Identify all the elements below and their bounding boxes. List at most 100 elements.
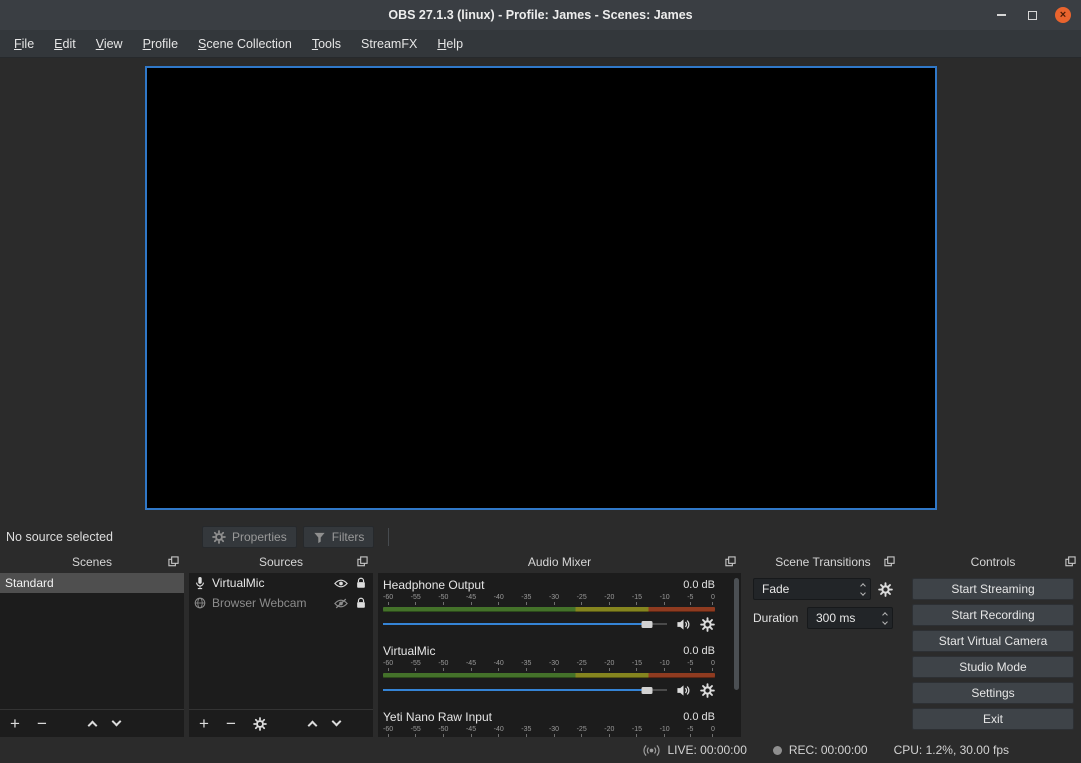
db-tick: -40 <box>494 594 504 606</box>
slider-handle[interactable] <box>642 687 653 694</box>
db-tick: -30 <box>549 660 559 672</box>
popout-icon[interactable] <box>884 556 895 567</box>
volume-slider[interactable] <box>383 617 667 631</box>
source-row-virtualmic[interactable]: VirtualMic <box>189 573 373 593</box>
move-scene-down-button[interactable] <box>113 718 120 729</box>
minimize-icon <box>997 14 1006 16</box>
scenes-panel-header[interactable]: Scenes <box>0 551 184 573</box>
duration-spinner[interactable] <box>878 608 892 628</box>
visibility-toggle[interactable] <box>334 578 348 589</box>
channel-db-value: 0.0 dB <box>683 579 715 591</box>
db-tick: -45 <box>466 726 476 737</box>
add-source-button[interactable]: + <box>199 715 209 732</box>
sources-panel-header[interactable]: Sources <box>189 551 373 573</box>
settings-button[interactable]: Settings <box>912 682 1074 704</box>
add-scene-button[interactable]: + <box>10 715 20 732</box>
db-tick: -50 <box>438 594 448 606</box>
slider-handle[interactable] <box>642 621 653 628</box>
cpu-fps-stats: CPU: 1.2%, 30.00 fps <box>894 743 1009 757</box>
lock-toggle[interactable] <box>355 597 367 609</box>
mute-button[interactable] <box>676 617 691 632</box>
no-source-label: No source selected <box>6 530 202 544</box>
audio-mixer-panel-header[interactable]: Audio Mixer <box>378 551 741 573</box>
db-tick: -10 <box>660 726 670 737</box>
controls-panel-header[interactable]: Controls <box>905 551 1081 573</box>
db-tick: -45 <box>466 594 476 606</box>
menu-help[interactable]: Help <box>427 32 473 56</box>
db-tick: 0 <box>711 726 715 737</box>
scene-transitions-panel-title: Scene Transitions <box>775 555 870 569</box>
properties-button[interactable]: Properties <box>202 526 297 548</box>
menu-streamfx[interactable]: StreamFX <box>351 32 427 56</box>
move-scene-up-button[interactable] <box>89 718 96 729</box>
transition-selected-value: Fade <box>762 582 789 596</box>
scene-item-standard[interactable]: Standard <box>0 573 184 593</box>
remove-scene-button[interactable]: − <box>37 715 47 732</box>
menu-scene-collection[interactable]: Scene Collection <box>188 32 302 56</box>
start-recording-button[interactable]: Start Recording <box>912 604 1074 626</box>
move-source-up-button[interactable] <box>309 718 316 729</box>
slider-fill <box>383 623 647 625</box>
preview-canvas[interactable] <box>145 66 937 510</box>
menu-profile[interactable]: Profile <box>133 32 188 56</box>
db-tick: -15 <box>632 726 642 737</box>
titlebar[interactable]: OBS 27.1.3 (linux) - Profile: James - Sc… <box>0 0 1081 30</box>
maximize-button[interactable] <box>1024 7 1040 23</box>
channel-name: Yeti Nano Raw Input <box>383 710 492 724</box>
chevron-down-icon <box>111 717 121 727</box>
filter-icon <box>313 531 326 544</box>
start-virtual-camera-button[interactable]: Start Virtual Camera <box>912 630 1074 652</box>
source-properties-gear-button[interactable] <box>253 717 267 731</box>
db-tick: -60 <box>383 660 393 672</box>
transition-select[interactable]: Fade <box>753 578 871 600</box>
popout-icon[interactable] <box>168 556 179 567</box>
filters-button[interactable]: Filters <box>303 526 375 548</box>
preview-area <box>0 58 1081 523</box>
duration-spinbox[interactable]: 300 ms <box>807 607 893 629</box>
popout-icon[interactable] <box>1065 556 1076 567</box>
properties-label: Properties <box>232 530 287 544</box>
close-button[interactable]: × <box>1055 7 1071 23</box>
scene-transitions-panel-header[interactable]: Scene Transitions <box>746 551 900 573</box>
start-streaming-button[interactable]: Start Streaming <box>912 578 1074 600</box>
popout-icon[interactable] <box>725 556 736 567</box>
db-tick: -55 <box>411 660 421 672</box>
visibility-off-toggle[interactable] <box>334 598 348 609</box>
db-tick: -20 <box>604 726 614 737</box>
volume-meter <box>383 673 715 678</box>
menu-tools[interactable]: Tools <box>302 32 351 56</box>
move-source-down-button[interactable] <box>333 718 340 729</box>
db-tick: -40 <box>494 660 504 672</box>
lock-toggle[interactable] <box>355 577 367 589</box>
db-tick: -35 <box>521 726 531 737</box>
scene-transitions-body: Fade Duration 300 ms <box>746 573 900 737</box>
channel-settings-gear-button[interactable] <box>700 617 715 632</box>
popout-icon[interactable] <box>357 556 368 567</box>
transition-settings-gear-button[interactable] <box>878 582 893 597</box>
channel-settings-gear-button[interactable] <box>700 683 715 698</box>
menu-view[interactable]: View <box>86 32 133 56</box>
menu-edit[interactable]: Edit <box>44 32 86 56</box>
minimize-button[interactable] <box>993 7 1009 23</box>
db-scale: -60-55-50-45-40-35-30-25-20-15-10-50 <box>383 594 715 606</box>
audio-mixer-scrollbar[interactable] <box>734 578 739 690</box>
db-tick: 0 <box>711 660 715 672</box>
db-tick: -25 <box>577 660 587 672</box>
db-tick: -20 <box>604 660 614 672</box>
db-tick: -45 <box>466 660 476 672</box>
dock-area: Scenes Standard + − <box>0 551 1081 737</box>
source-row-browser-webcam[interactable]: Browser Webcam <box>189 593 373 613</box>
db-tick: -30 <box>549 726 559 737</box>
exit-button[interactable]: Exit <box>912 708 1074 730</box>
menu-file[interactable]: File <box>4 32 44 56</box>
volume-slider[interactable] <box>383 683 667 697</box>
db-tick: -10 <box>660 594 670 606</box>
studio-mode-button[interactable]: Studio Mode <box>912 656 1074 678</box>
mute-button[interactable] <box>676 683 691 698</box>
channel-name: VirtualMic <box>383 644 435 658</box>
combo-spinner[interactable] <box>856 579 870 599</box>
db-tick: -30 <box>549 594 559 606</box>
db-tick: -15 <box>632 660 642 672</box>
db-tick: -20 <box>604 594 614 606</box>
remove-source-button[interactable]: − <box>226 715 236 732</box>
